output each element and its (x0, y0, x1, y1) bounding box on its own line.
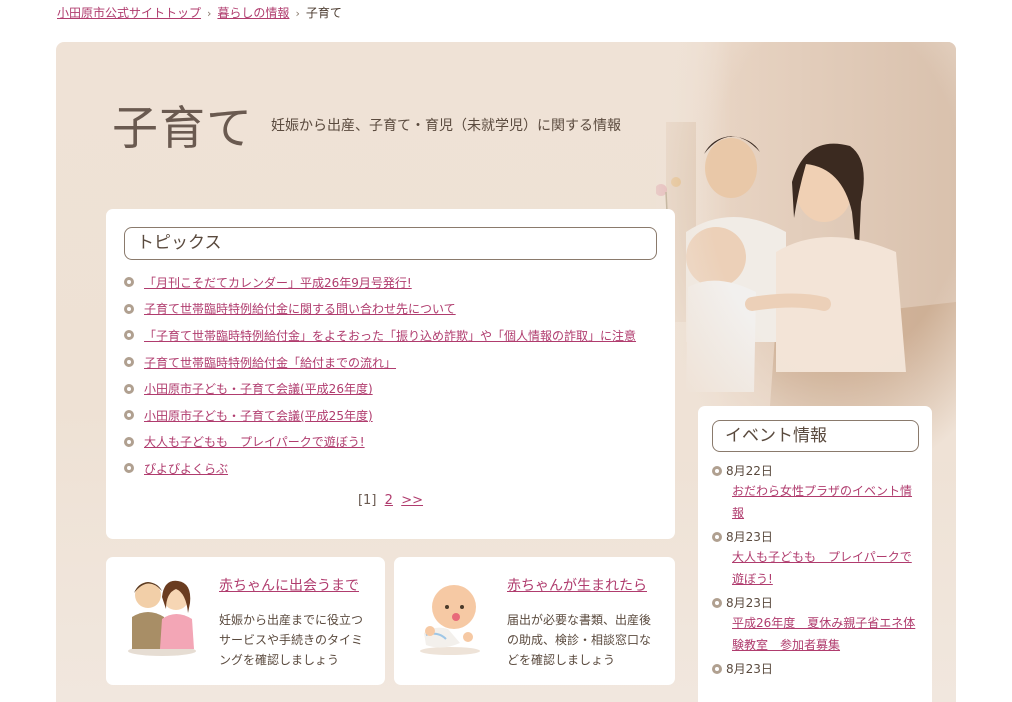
event-date: 8月23日 (726, 662, 773, 676)
list-item: 大人も子どもも プレイパークで遊ぼう! (124, 429, 636, 456)
page-title: 子育て (112, 101, 253, 155)
page-subtitle: 妊娠から出産、子育て・育児（未就学児）に関する情報 (271, 118, 621, 134)
bullet-icon (124, 436, 134, 447)
event-link[interactable]: 平成26年度 夏休み親子省エネ体験教室 参加者募集 (732, 612, 922, 656)
event-link[interactable]: 大人も子どもも プレイパークで遊ぼう! (732, 546, 922, 590)
list-item: ぴよぴよくらぶ (124, 455, 636, 482)
hero-section: 子育て 妊娠から出産、子育て・育児（未就学児）に関する情報 トピックス 「月刊こ… (56, 42, 956, 702)
list-item: 小田原市子ども・子育て会議(平成26年度) (124, 375, 636, 402)
bullet-icon (712, 664, 722, 674)
bullet-icon (124, 463, 134, 474)
topic-link[interactable]: 小田原市子ども・子育て会議(平成26年度) (144, 380, 373, 397)
list-item: 8月23日 平成26年度 夏休み親子省エネ体験教室 参加者募集 (712, 594, 922, 656)
breadcrumb-link-top[interactable]: 小田原市公式サイトトップ (57, 6, 201, 20)
breadcrumb-separator: › (207, 7, 212, 20)
bullet-icon (124, 410, 134, 421)
topics-list: 「月刊こそだてカレンダー」平成26年9月号発行! 子育て世帯臨時特例給付金に関す… (124, 269, 636, 482)
card-before-birth: 赤ちゃんに出会うまで 妊娠から出産までに役立つサービスや手続きのタイミングを確認… (106, 557, 385, 685)
bullet-icon (124, 330, 134, 341)
events-heading: イベント情報 (712, 420, 919, 452)
bullet-icon (712, 532, 722, 542)
list-item: 8月23日 (712, 660, 922, 678)
topics-heading: トピックス (124, 227, 657, 260)
bullet-icon (712, 466, 722, 476)
topic-link[interactable]: 子育て世帯臨時特例給付金「給付までの流れ」 (144, 354, 396, 371)
event-link[interactable]: おだわら女性プラザのイベント情報 (732, 480, 922, 524)
card-description: 妊娠から出産までに役立つサービスや手続きのタイミングを確認しましょう (219, 613, 364, 667)
bullet-icon (712, 598, 722, 608)
event-date: 8月23日 (726, 530, 773, 544)
topic-link[interactable]: 「月刊こそだてカレンダー」平成26年9月号発行! (144, 274, 412, 291)
topic-link[interactable]: 「子育て世帯臨時特例給付金」をよそおった「振り込め詐欺」や「個人情報の詐取」に注… (144, 327, 636, 344)
topic-link[interactable]: ぴよぴよくらぶ (144, 460, 228, 477)
list-item: 小田原市子ども・子育て会議(平成25年度) (124, 402, 636, 429)
baby-illustration (420, 585, 480, 655)
card-title-link[interactable]: 赤ちゃんに出会うまで (219, 575, 359, 595)
family-photo (656, 42, 956, 462)
bullet-icon (124, 277, 134, 288)
list-item: 「子育て世帯臨時特例給付金」をよそおった「振り込め詐欺」や「個人情報の詐取」に注… (124, 322, 636, 349)
breadcrumb: 小田原市公式サイトトップ › 暮らしの情報 › 子育て (57, 5, 342, 22)
breadcrumb-current: 子育て (305, 6, 342, 20)
list-item: 8月22日 おだわら女性プラザのイベント情報 (712, 462, 922, 524)
breadcrumb-separator: › (295, 7, 300, 20)
topic-link[interactable]: 子育て世帯臨時特例給付金に関する問い合わせ先について (144, 300, 456, 317)
topics-panel: トピックス 「月刊こそだてカレンダー」平成26年9月号発行! 子育て世帯臨時特例… (106, 209, 675, 539)
events-panel: イベント情報 8月22日 おだわら女性プラザのイベント情報 8月23日 大人も子… (698, 406, 932, 702)
topic-link[interactable]: 大人も子どもも プレイパークで遊ぼう! (144, 433, 365, 450)
card-title-link[interactable]: 赤ちゃんが生まれたら (507, 575, 647, 595)
pager-next[interactable]: >> (401, 493, 423, 508)
list-item: 8月23日 大人も子どもも プレイパークで遊ぼう! (712, 528, 922, 590)
topic-link[interactable]: 小田原市子ども・子育て会議(平成25年度) (144, 407, 373, 424)
breadcrumb-link-living-info[interactable]: 暮らしの情報 (217, 6, 289, 20)
pager-page-2[interactable]: 2 (385, 493, 393, 508)
pagination: [1] 2 >> (106, 493, 675, 508)
bullet-icon (124, 357, 134, 368)
bullet-icon (124, 303, 134, 314)
card-after-birth: 赤ちゃんが生まれたら 届出が必要な書類、出産後の助成、検診・相談窓口などを確認し… (394, 557, 675, 685)
list-item: 「月刊こそだてカレンダー」平成26年9月号発行! (124, 269, 636, 296)
event-date: 8月23日 (726, 596, 773, 610)
bullet-icon (124, 383, 134, 394)
event-date: 8月22日 (726, 464, 773, 478)
couple-illustration (128, 580, 196, 656)
card-description: 届出が必要な書類、出産後の助成、検診・相談窓口などを確認しましょう (507, 613, 652, 667)
list-item: 子育て世帯臨時特例給付金に関する問い合わせ先について (124, 296, 636, 323)
pager-current: [1] (357, 493, 377, 508)
events-list: 8月22日 おだわら女性プラザのイベント情報 8月23日 大人も子どもも プレイ… (712, 462, 922, 682)
list-item: 子育て世帯臨時特例給付金「給付までの流れ」 (124, 349, 636, 376)
